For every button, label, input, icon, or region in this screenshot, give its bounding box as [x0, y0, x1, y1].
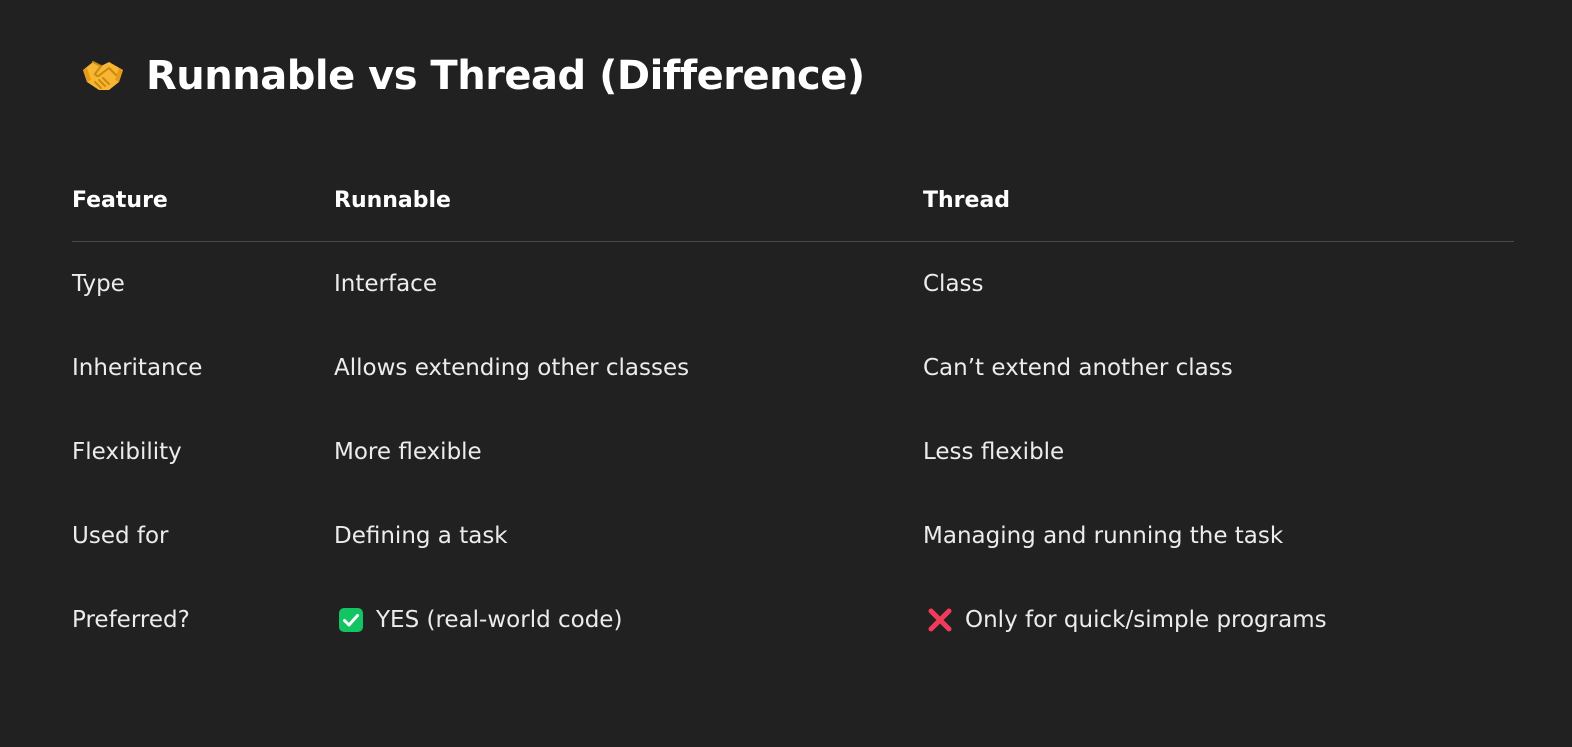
handshake-icon [78, 51, 128, 101]
runnable-preferred-text: YES (real-world code) [376, 607, 623, 633]
thread-cell: Can’t extend another class [923, 355, 1233, 381]
feature-cell: Flexibility [72, 439, 182, 465]
feature-cell: Used for [72, 523, 169, 549]
thread-cell: Class [923, 271, 984, 297]
comparison-table: Feature Runnable Thread Type Interface C… [72, 160, 1514, 662]
table-row: Inheritance Allows extending other class… [72, 326, 1514, 410]
table-row: Flexibility More flexible Less flexible [72, 410, 1514, 494]
table-row: Used for Defining a task Managing and ru… [72, 494, 1514, 578]
runnable-cell-preferred: YES (real-world code) [334, 607, 923, 633]
runnable-cell: More flexible [334, 439, 482, 465]
feature-cell: Inheritance [72, 355, 203, 381]
page-heading: Runnable vs Thread (Difference) [78, 46, 865, 106]
table-row: Preferred? YES (real-world code) Only fo… [72, 578, 1514, 662]
header-feature: Feature [72, 188, 168, 213]
header-runnable: Runnable [334, 188, 451, 213]
check-mark-icon [338, 607, 364, 633]
header-thread: Thread [923, 188, 1011, 213]
runnable-cell: Interface [334, 271, 437, 297]
feature-cell: Preferred? [72, 607, 190, 633]
thread-preferred-text: Only for quick/simple programs [965, 607, 1327, 633]
runnable-cell: Allows extending other classes [334, 355, 690, 381]
cross-mark-icon [927, 607, 953, 633]
table-row: Type Interface Class [72, 242, 1514, 326]
thread-cell: Managing and running the task [923, 523, 1284, 549]
table-header-row: Feature Runnable Thread [72, 160, 1514, 242]
runnable-cell: Defining a task [334, 523, 508, 549]
feature-cell: Type [72, 271, 125, 297]
page-title: Runnable vs Thread (Difference) [146, 53, 865, 99]
thread-cell-preferred: Only for quick/simple programs [923, 607, 1514, 633]
thread-cell: Less flexible [923, 439, 1065, 465]
